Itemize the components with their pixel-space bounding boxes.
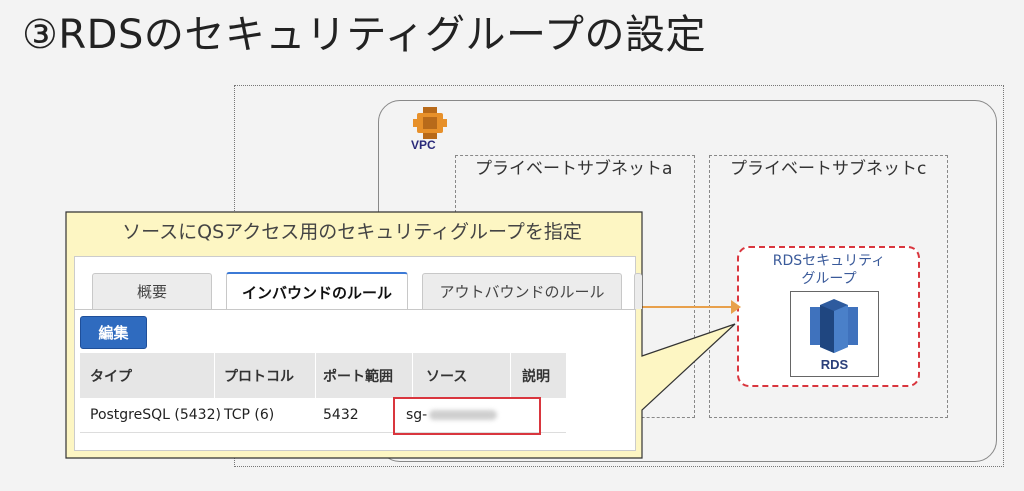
header-port-range: ポート範囲: [323, 368, 393, 385]
cell-protocol: TCP (6): [224, 407, 275, 423]
header-separator: [315, 353, 316, 398]
header-description: 説明: [522, 368, 550, 385]
tabs-divider: [74, 309, 636, 310]
header-type: タイプ: [90, 368, 132, 385]
header-source: ソース: [426, 368, 468, 385]
tab-outbound-rules[interactable]: アウトバウンドのルール: [422, 273, 622, 309]
header-protocol: プロトコル: [224, 368, 294, 385]
tab-overview[interactable]: 概要: [92, 273, 212, 309]
tab-more[interactable]: [634, 273, 642, 309]
callout-title: ソースにQSアクセス用のセキュリティグループを指定: [122, 221, 582, 243]
header-separator: [510, 353, 511, 398]
cell-port-range: 5432: [323, 407, 359, 423]
header-separator: [214, 353, 215, 398]
header-separator: [412, 353, 413, 398]
cell-type: PostgreSQL (5432): [90, 407, 221, 423]
tab-inbound-rules[interactable]: インバウンドのルール: [226, 272, 408, 310]
source-highlight-box: [393, 397, 541, 435]
edit-button[interactable]: 編集: [80, 316, 147, 349]
